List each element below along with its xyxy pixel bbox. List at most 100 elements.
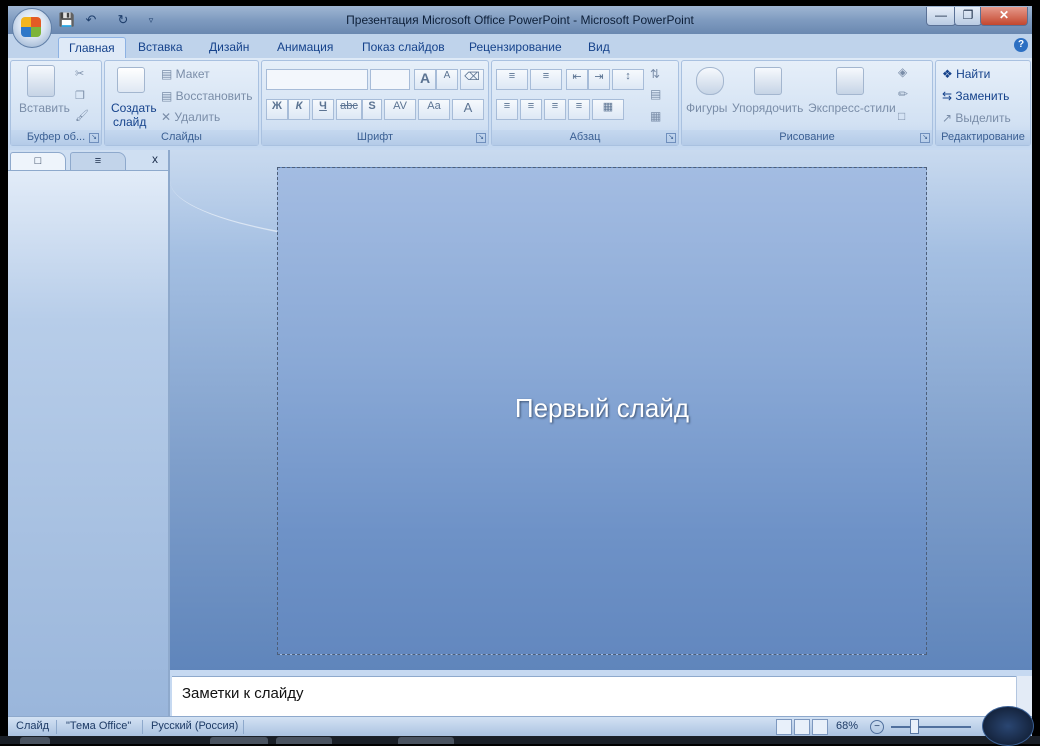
shape-fill-icon[interactable]: ◈ xyxy=(898,65,907,79)
title-bar: Презентация Microsoft Office PowerPoint … xyxy=(8,6,1032,34)
start-button[interactable] xyxy=(20,737,50,744)
font-size-combobox[interactable] xyxy=(370,69,410,90)
group-label: Редактирование xyxy=(936,130,1030,145)
quick-styles-button[interactable]: Экспресс-стили xyxy=(808,101,896,115)
new-slide-icon xyxy=(117,67,145,93)
tab-slides-icon[interactable]: □ xyxy=(10,152,66,170)
shape-outline-icon[interactable]: ✏ xyxy=(898,87,908,101)
close-panel-button[interactable]: x xyxy=(152,152,158,166)
copy-icon[interactable]: ❐ xyxy=(75,89,85,102)
paste-icon xyxy=(27,65,55,97)
format-painter-icon[interactable]: 🖌 xyxy=(75,109,89,122)
powerpoint-window: Презентация Microsoft Office PowerPoint … xyxy=(8,6,1032,736)
status-slide: Слайд xyxy=(16,720,50,732)
italic-button[interactable]: К xyxy=(288,99,310,120)
clipboard-label: Буфер об... xyxy=(26,131,86,143)
find-button[interactable]: ❖ Найти xyxy=(942,67,990,81)
reset-button[interactable]: ▤ Восстановить xyxy=(161,89,253,103)
maximize-button[interactable]: ❐ xyxy=(954,7,982,26)
strikethrough-button[interactable]: abc xyxy=(336,99,362,120)
numbering-icon[interactable]: ≡ xyxy=(530,69,562,90)
taskbar-button[interactable] xyxy=(398,737,454,744)
shape-effects-icon[interactable]: □ xyxy=(898,109,905,123)
office-button[interactable] xyxy=(12,8,52,48)
help-icon[interactable]: ? xyxy=(1014,38,1028,52)
tab-animation[interactable]: Анимация xyxy=(267,37,343,58)
slide-canvas[interactable]: Первый слайд xyxy=(277,167,927,655)
tab-slideshow[interactable]: Показ слайдов xyxy=(352,37,455,58)
taskbar xyxy=(0,736,1040,744)
slides-label: Слайды xyxy=(161,131,202,143)
close-button[interactable]: ✕ xyxy=(980,7,1028,26)
status-theme: "Тема Office" xyxy=(66,720,132,732)
reset-label: Восстановить xyxy=(175,89,253,103)
underline-button[interactable]: Ч xyxy=(312,99,334,120)
delete-label: Удалить xyxy=(174,110,221,124)
font-name-combobox[interactable] xyxy=(266,69,368,90)
shapes-button[interactable]: Фигуры xyxy=(686,101,727,115)
slide-title[interactable]: Первый слайд xyxy=(278,393,926,424)
layout-button[interactable]: ▤ Макет xyxy=(161,67,210,81)
dialog-launcher-icon[interactable]: ↘ xyxy=(920,133,930,143)
customize-qat-icon[interactable]: ▿ xyxy=(142,11,160,29)
group-slides: Создать слайд ▤ Макет ▤ Восстановить ✕ У… xyxy=(104,60,259,146)
delete-slide-button[interactable]: ✕ Удалить xyxy=(161,110,220,124)
new-slide-button-line2[interactable]: слайд xyxy=(113,115,146,129)
tab-review[interactable]: Рецензирование xyxy=(459,37,572,58)
slide-sorter-icon[interactable] xyxy=(794,719,810,735)
line-spacing-icon[interactable]: ↕ xyxy=(612,69,644,90)
taskbar-button[interactable] xyxy=(276,737,332,744)
ribbon-tabs: Главная Вставка Дизайн Анимация Показ сл… xyxy=(8,34,1032,59)
zoom-slider[interactable] xyxy=(891,726,971,728)
status-language[interactable]: Русский (Россия) xyxy=(151,720,238,732)
shrink-font-button[interactable]: A xyxy=(436,69,458,90)
zoom-slider-thumb[interactable] xyxy=(910,719,919,734)
tab-view[interactable]: Вид xyxy=(578,37,620,58)
status-divider xyxy=(142,720,143,734)
dialog-launcher-icon[interactable]: ↘ xyxy=(89,133,99,143)
slides-panel: □ ≡ x xyxy=(8,150,170,716)
taskbar-button[interactable] xyxy=(210,737,268,744)
window-title: Презентация Microsoft Office PowerPoint … xyxy=(346,13,694,27)
tab-home[interactable]: Главная xyxy=(58,37,126,59)
quick-styles-icon xyxy=(836,67,864,95)
bullets-icon[interactable]: ≡ xyxy=(496,69,528,90)
tab-outline-icon[interactable]: ≡ xyxy=(70,152,126,170)
align-text-icon[interactable]: ▤ xyxy=(650,87,661,101)
tab-design[interactable]: Дизайн xyxy=(199,37,259,58)
notes-pane[interactable]: Заметки к слайду xyxy=(172,676,1016,717)
status-divider xyxy=(243,720,244,734)
undo-icon[interactable]: ↶ xyxy=(82,11,100,29)
bold-button[interactable]: Ж xyxy=(266,99,288,120)
slideshow-icon[interactable] xyxy=(812,719,828,735)
redo-icon[interactable]: ↻ xyxy=(114,11,132,29)
new-slide-button[interactable]: Создать xyxy=(111,101,157,115)
editing-label: Редактирование xyxy=(941,131,1025,143)
paste-button[interactable]: Вставить xyxy=(19,101,70,115)
cut-icon[interactable]: ✂ xyxy=(75,67,84,80)
gadget-icon xyxy=(982,706,1034,746)
select-button[interactable]: ↗ Выделить xyxy=(942,111,1011,125)
panel-tabs: □ ≡ x xyxy=(8,150,168,171)
group-label: Буфер об... xyxy=(11,130,101,145)
decrease-indent-icon[interactable]: ⇤ xyxy=(566,69,588,90)
zoom-out-icon[interactable]: − xyxy=(870,720,884,734)
text-direction-icon[interactable]: ⇅ xyxy=(650,67,660,81)
arrange-button[interactable]: Упорядочить xyxy=(732,101,803,115)
find-label: Найти xyxy=(956,67,991,81)
normal-view-icon[interactable] xyxy=(776,719,792,735)
zoom-level[interactable]: 68% xyxy=(836,720,858,732)
notes-placeholder[interactable]: Заметки к слайду xyxy=(182,685,304,702)
minimize-button[interactable]: — xyxy=(926,7,956,26)
increase-indent-icon[interactable]: ⇥ xyxy=(588,69,610,90)
tab-insert[interactable]: Вставка xyxy=(128,37,193,58)
replace-button[interactable]: ⇆ Заменить xyxy=(942,89,1009,103)
grow-font-button[interactable]: A xyxy=(414,69,436,90)
replace-label: Заменить xyxy=(955,89,1010,103)
group-clipboard: Вставить ✂ ❐ 🖌 Буфер об... ↘ xyxy=(10,60,102,146)
clear-formatting-icon[interactable]: ⌫ xyxy=(460,69,484,90)
status-bar: Слайд "Тема Office" Русский (Россия) 68%… xyxy=(8,716,1032,736)
layout-label: Макет xyxy=(175,67,210,81)
slide-editing-area: Первый слайд xyxy=(170,150,1032,670)
save-icon[interactable]: 💾 xyxy=(58,11,76,29)
